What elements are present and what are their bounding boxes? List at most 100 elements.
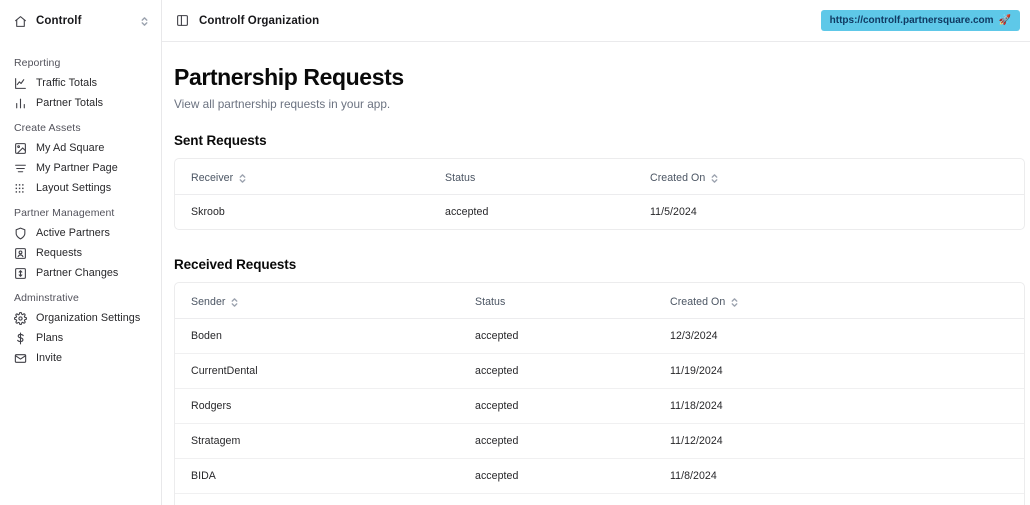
org-name: Controlf [36,15,82,27]
cell-sender: BIDA [175,458,475,494]
table-row[interactable]: Skroob accepted 11/5/2024 [175,195,1024,230]
sidebar-item-my-ad-square[interactable]: My Ad Square [0,138,161,158]
sent-table-body: Skroob accepted 11/5/2024 [175,195,1024,230]
sort-icon[interactable] [710,173,719,184]
image-icon [14,142,27,155]
page-content: Partnership Requests View all partnershi… [162,42,1030,505]
sort-icon[interactable] [238,173,247,184]
chevrons-up-down-icon[interactable] [140,16,149,27]
nav-section-partner-management: Partner Management [14,207,115,219]
sidebar-item-label: Traffic Totals [36,77,98,89]
sent-requests-table-card: Receiver Status Created On Skroob accept… [174,158,1025,230]
page-subtitle: View all partnership requests in your ap… [174,97,391,111]
column-label: Sender [191,296,226,308]
cell-created-on: 12/3/2024 [670,330,718,342]
cell-receiver: Skroob [191,206,225,218]
sidebar-item-label: Invite [36,352,63,364]
topbar-left: Controlf Organization [176,14,821,27]
nav-section-reporting: Reporting [14,57,61,69]
column-label: Status [475,296,506,308]
received-requests-heading: Received Requests [174,257,297,272]
cell-sender: Boden [191,330,222,342]
sidebar-item-label: Layout Settings [36,182,112,194]
sidebar-item-label: Active Partners [36,227,110,239]
bar-chart-icon [14,97,27,110]
cell-status: accepted [475,423,670,459]
table-row[interactable]: Rodgers accepted 11/18/2024 [175,388,1024,424]
line-chart-icon [14,77,27,90]
sidebar-nav: Reporting Traffic Totals Partner Totals [0,42,161,368]
panel-toggle-icon[interactable] [176,14,189,27]
cell-sender: Stratagem [175,423,475,459]
sidebar-item-plans[interactable]: Plans [0,328,161,348]
sidebar-item-label: Partner Totals [36,97,104,109]
home-icon [14,15,27,28]
cell-created-on: 11/12/2024 [670,423,1024,459]
column-header-receiver[interactable]: Receiver [175,159,445,195]
sidebar-item-invite[interactable]: Invite [0,348,161,368]
cell-sender: Elephantsperch [175,493,475,505]
sidebar-item-active-partners[interactable]: Active Partners [0,223,161,243]
sidebar-item-layout-settings[interactable]: Layout Settings [0,178,161,198]
sent-table-head: Receiver Status Created On [175,159,1024,195]
sidebar-item-label: Organization Settings [36,312,141,324]
received-requests-table: Sender Status Created On Boden accepted … [175,283,1024,505]
cell-status: accepted [475,388,670,424]
shield-icon [14,227,27,240]
cell-status: accepted [475,493,670,505]
cell-status: accepted [475,353,670,389]
sidebar-item-partner-totals[interactable]: Partner Totals [0,93,161,113]
cell-created-on: 11/18/2024 [670,388,1024,424]
sidebar-item-label: Plans [36,332,64,344]
app-root: Controlf Reporting Traffic Totals Partne… [0,0,1030,505]
received-requests-table-card: Sender Status Created On Boden accepted … [174,282,1025,505]
list-lines-icon [14,162,27,175]
sidebar-item-partner-changes[interactable]: Partner Changes [0,263,161,283]
cell-sender: CurrentDental [175,353,475,389]
sent-requests-heading: Sent Requests [174,133,267,148]
column-header-created-on[interactable]: Created On [650,159,1024,195]
rocket-icon: 🚀 [998,15,1011,26]
dollar-icon [14,332,27,345]
column-header-sender[interactable]: Sender [175,283,475,319]
table-row[interactable]: Stratagem accepted 11/12/2024 [175,423,1024,459]
cell-sender: Rodgers [175,388,475,424]
column-header-status: Status [445,159,650,195]
table-row[interactable]: Boden accepted 12/3/2024 [175,319,1024,354]
cell-created-on: 11/19/2024 [670,353,1024,389]
sidebar-item-label: My Ad Square [36,142,105,154]
column-header-created-on[interactable]: Created On [670,283,1024,319]
column-header-status: Status [475,283,670,319]
sidebar-item-label: My Partner Page [36,162,118,174]
sent-requests-table: Receiver Status Created On Skroob accept… [175,159,1024,229]
sidebar-item-requests[interactable]: Requests [0,243,161,263]
sidebar-item-traffic-totals[interactable]: Traffic Totals [0,73,161,93]
envelope-icon [14,352,27,365]
organization-title: Controlf Organization [199,14,320,27]
cell-created-on: 11/8/2024 [670,458,1024,494]
main-area: Controlf Organization https://controlf.p… [162,0,1030,505]
column-label: Created On [670,296,726,308]
arrows-box-icon [14,267,27,280]
sort-icon[interactable] [730,297,739,308]
cell-created-on: 11/8/2024 [670,493,1024,505]
table-header-row: Sender Status Created On [175,283,1024,319]
sort-icon[interactable] [230,297,239,308]
org-switcher[interactable]: Controlf [0,0,161,42]
sidebar-item-organization-settings[interactable]: Organization Settings [0,308,161,328]
nav-section-adminstrative: Adminstrative [14,292,79,304]
table-row[interactable]: CurrentDental accepted 11/19/2024 [175,353,1024,389]
cell-created-on: 11/5/2024 [650,206,697,218]
table-row[interactable]: BIDA accepted 11/8/2024 [175,458,1024,494]
cell-status: accepted [475,330,519,342]
site-url-badge[interactable]: https://controlf.partnersquare.com 🚀 [820,10,1020,31]
sidebar-item-my-partner-page[interactable]: My Partner Page [0,158,161,178]
grid-dots-icon [14,182,27,195]
gear-icon [14,311,27,325]
received-table-body: Boden accepted 12/3/2024 CurrentDental accep… [175,319,1024,505]
table-row[interactable]: Elephantsperchaccepted11/8/2024 [175,493,1024,505]
sidebar-item-label: Partner Changes [36,267,119,279]
table-header-row: Receiver Status Created On [175,159,1024,195]
site-url-text: https://controlf.partnersquare.com [829,15,994,26]
column-label: Status [445,172,476,184]
